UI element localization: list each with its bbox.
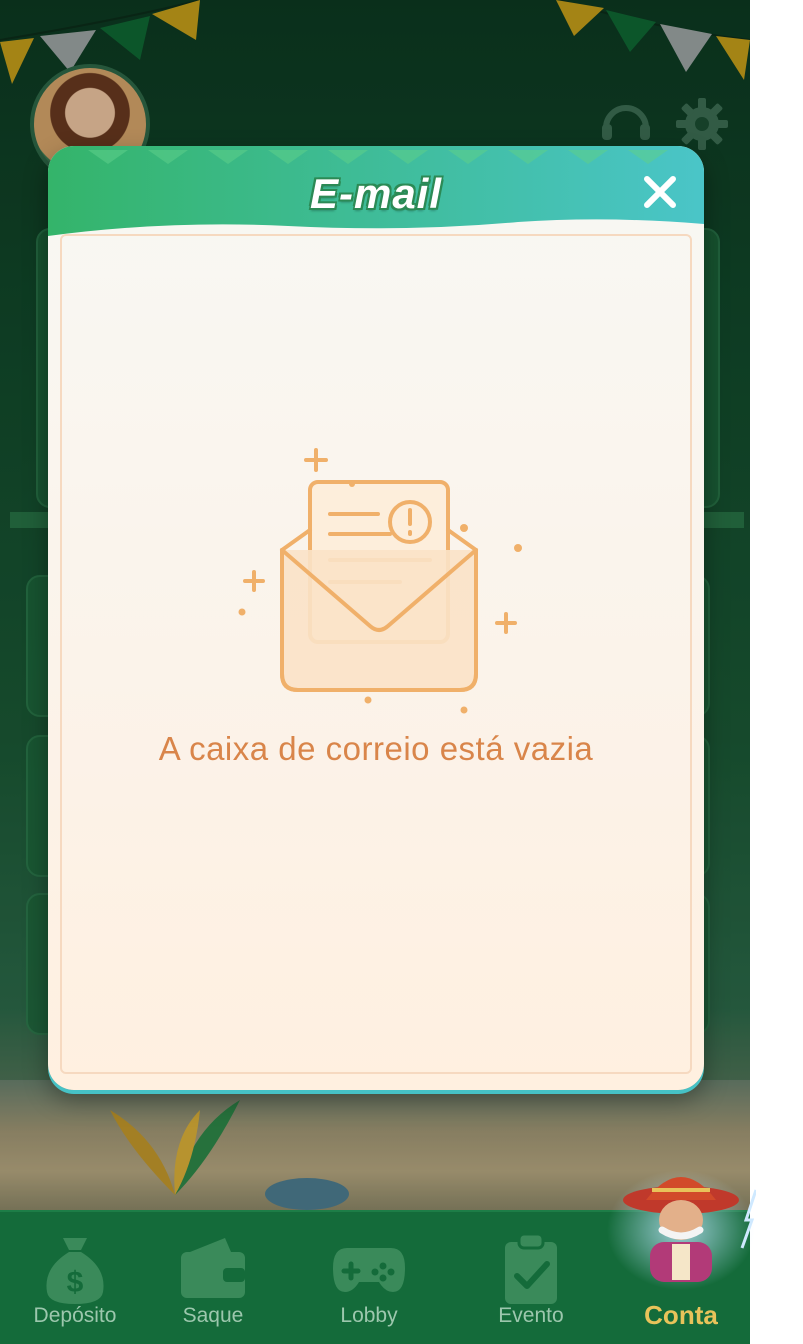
modal-title: E-mail bbox=[309, 170, 443, 217]
nav-label: Depósito bbox=[33, 1304, 117, 1327]
money-bag-icon: $ bbox=[46, 1238, 104, 1304]
close-icon[interactable] bbox=[638, 170, 682, 214]
nav-label: Evento bbox=[498, 1304, 564, 1327]
gamepad-icon bbox=[333, 1248, 405, 1292]
nav-item-saque[interactable]: Saque bbox=[138, 1212, 288, 1344]
nav-item-evento[interactable]: Evento bbox=[456, 1212, 606, 1344]
email-modal: E-mail A caixa de correio está vazia bbox=[48, 146, 704, 1090]
clipboard-check-icon bbox=[505, 1232, 557, 1304]
nav-label: Saque bbox=[182, 1304, 244, 1327]
empty-message: A caixa de correio está vazia bbox=[158, 730, 594, 767]
nav-item-lobby[interactable]: Lobby bbox=[294, 1212, 444, 1344]
nav-item-deposito[interactable]: $ Depósito bbox=[0, 1212, 150, 1344]
mascot-icon[interactable] bbox=[606, 1160, 756, 1290]
wallet-icon bbox=[181, 1238, 245, 1298]
nav-label: Conta bbox=[644, 1300, 718, 1330]
empty-mailbox-icon bbox=[238, 448, 522, 714]
svg-text:$: $ bbox=[67, 1266, 84, 1299]
nav-label: Lobby bbox=[340, 1304, 398, 1327]
